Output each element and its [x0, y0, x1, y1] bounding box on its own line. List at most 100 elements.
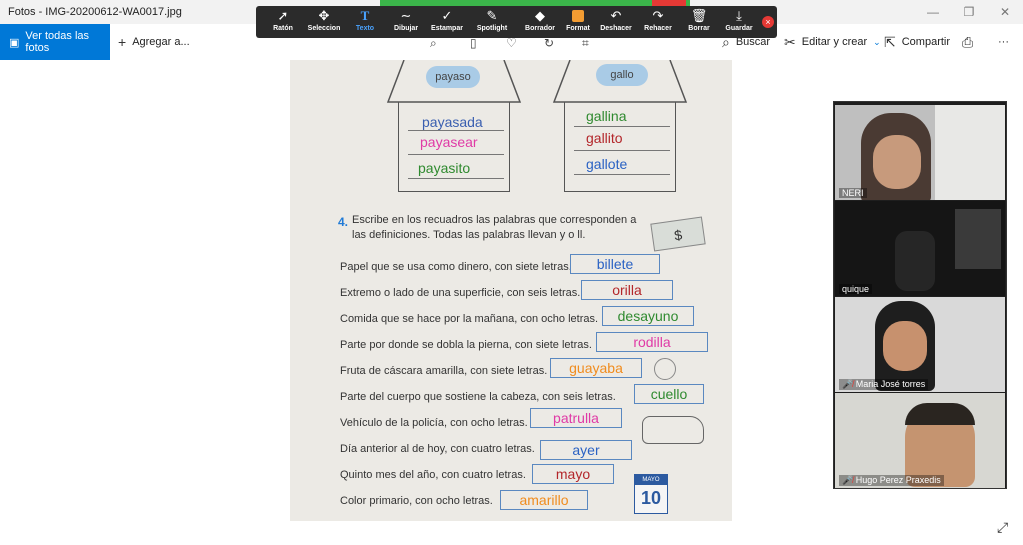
clue-row: Extremo o lado de una superficie, con se…: [340, 287, 581, 299]
redo-icon: ↷: [652, 8, 664, 23]
answer-box: patrulla: [530, 408, 622, 428]
view-all-photos-label: Ver todas las fotos: [25, 30, 89, 54]
participant-hair: [905, 403, 975, 425]
answer-box: amarillo: [500, 490, 588, 510]
delete-icon[interactable]: ▯: [470, 36, 477, 50]
cloud-gallo: gallo: [596, 64, 648, 86]
clue-row: Vehículo de la policía, con ocho letras.: [340, 417, 528, 429]
view-all-photos-button[interactable]: ▣ Ver todas las fotos: [0, 24, 110, 60]
participant-name: Hugo Perez Praxedis: [855, 475, 941, 485]
video-tile[interactable]: 🎤̸ Maria José torres: [835, 297, 1005, 392]
participant-face: [873, 135, 921, 189]
police-car-icon: [642, 416, 704, 444]
calendar-month: MAYO: [635, 475, 667, 485]
chevron-down-icon: ⌄: [873, 36, 881, 47]
word-payasito: payasito: [418, 160, 471, 176]
participant-name: Maria José torres: [855, 379, 926, 389]
video-tile[interactable]: quique: [835, 201, 1005, 296]
exercise-number: 4.: [338, 215, 349, 229]
answer-box: rodilla: [596, 332, 708, 352]
photos-icon: ▣: [9, 36, 20, 49]
word-payasear: payasear: [420, 134, 478, 150]
writing-line: [574, 126, 670, 127]
video-tile[interactable]: NERI: [835, 105, 1005, 200]
window-title: Fotos - IMG-20200612-WA0017.jpg: [8, 6, 182, 18]
crop-icon[interactable]: ⌗: [582, 36, 589, 51]
word-payasada: payasada: [422, 114, 483, 130]
word-gallote: gallote: [586, 156, 628, 172]
clue-row: Parte por donde se dobla la pierna, con …: [340, 339, 592, 351]
muted-mic-icon: 🎤̸: [842, 475, 854, 485]
cloud-payaso: payaso: [426, 66, 480, 88]
spotlight-icon: ✎: [486, 8, 498, 23]
exercise-instructions: Escribe en los recuadros las palabras qu…: [352, 214, 637, 241]
writing-line: [574, 150, 670, 151]
expand-icon[interactable]: ⤢: [997, 519, 1008, 536]
rotate-icon[interactable]: ↻: [544, 36, 554, 50]
edit-create-label: Editar y crear: [801, 36, 868, 48]
tool-draw[interactable]: ∼ Dibujar: [383, 8, 429, 38]
tool-save[interactable]: ⤓ Guardar: [716, 8, 762, 38]
printer-icon: ⎙: [962, 33, 974, 50]
answer-box: mayo: [532, 464, 614, 484]
word-gallito: gallito: [586, 130, 623, 146]
edit-create-button[interactable]: ✂ Editar y crear ⌄: [784, 24, 881, 60]
annotation-toolbar: ➚ Ratón ✥ Seleccion T Texto ∼ Dibujar ✓ Estam…: [256, 6, 777, 38]
background-wall: [935, 105, 1005, 200]
heart-icon[interactable]: ♡: [506, 36, 517, 50]
tool-text[interactable]: T Texto: [342, 8, 388, 38]
answer-box: guayaba: [550, 358, 642, 378]
edit-icon: ✂: [784, 33, 796, 50]
participant-name-wrap: 🎤̸ Maria José torres: [839, 379, 929, 390]
clue-row: Comida que se hace por la mañana, con oc…: [340, 313, 599, 325]
tool-select[interactable]: ✥ Seleccion: [301, 8, 347, 38]
calendar-icon: MAYO 10: [634, 474, 668, 514]
participants-panel: NERI quique 🎤̸ Maria José torres 🎤̸ Hugo…: [833, 101, 1007, 489]
zoom-icon[interactable]: ⌕: [430, 36, 437, 51]
minimize-button[interactable]: —: [915, 0, 951, 24]
clue-row: Parte del cuerpo que sostiene la cabeza,…: [340, 391, 616, 403]
participant-face: [883, 321, 927, 371]
muted-mic-icon: 🎤̸: [842, 379, 854, 389]
stamp-icon: ✓: [441, 8, 453, 23]
draw-icon: ∼: [400, 8, 412, 23]
clue-row: Color primario, con ocho letras.: [340, 495, 493, 507]
writing-line: [408, 178, 504, 179]
participant-name: quique: [839, 284, 873, 294]
share-button[interactable]: ⇱ Compartir: [884, 24, 950, 60]
more-button[interactable]: ···: [998, 24, 1009, 60]
tool-undo[interactable]: ↶ Deshacer: [593, 8, 639, 38]
participant-name: NERI: [839, 188, 867, 198]
tool-redo[interactable]: ↷ Rehacer: [635, 8, 681, 38]
word-gallina: gallina: [586, 108, 627, 124]
move-icon: ✥: [318, 8, 330, 23]
writing-line: [408, 130, 504, 131]
clue-row: Día anterior al de hoy, con cuatro letra…: [340, 443, 535, 455]
clue-row: Quinto mes del año, con cuatro letras.: [340, 469, 526, 481]
answer-box: ayer: [540, 440, 632, 460]
video-tile[interactable]: 🎤̸ Hugo Perez Praxedis: [835, 393, 1005, 488]
tool-stamp[interactable]: ✓ Estampar: [424, 8, 470, 38]
maximize-button[interactable]: ❐: [951, 0, 987, 24]
more-label: ···: [998, 36, 1009, 48]
share-icon: ⇱: [884, 33, 896, 50]
add-to-button[interactable]: + Agregar a...: [118, 24, 190, 60]
tool-spotlight[interactable]: ✎ Spotlight: [469, 8, 515, 38]
orange-fruit-icon: [654, 358, 676, 380]
undo-icon: ↶: [610, 8, 622, 23]
add-to-label: Agregar a...: [132, 36, 190, 48]
calendar-day: 10: [640, 488, 662, 508]
plus-icon: +: [118, 34, 127, 50]
print-button[interactable]: ⎙: [962, 24, 973, 60]
clue-row: Papel que se usa como dinero, con siete …: [340, 261, 572, 273]
clue-row: Fruta de cáscara amarilla, con siete let…: [340, 365, 548, 377]
tool-mouse[interactable]: ➚ Ratón: [260, 8, 306, 38]
writing-line: [574, 174, 670, 175]
close-toolbar-icon[interactable]: ×: [762, 16, 774, 28]
answer-box: desayuno: [602, 306, 694, 326]
text-icon: T: [360, 8, 370, 23]
writing-line: [408, 154, 504, 155]
close-window-button[interactable]: ✕: [987, 0, 1023, 24]
participant-shadow: [895, 231, 935, 291]
answer-box: cuello: [634, 384, 704, 404]
